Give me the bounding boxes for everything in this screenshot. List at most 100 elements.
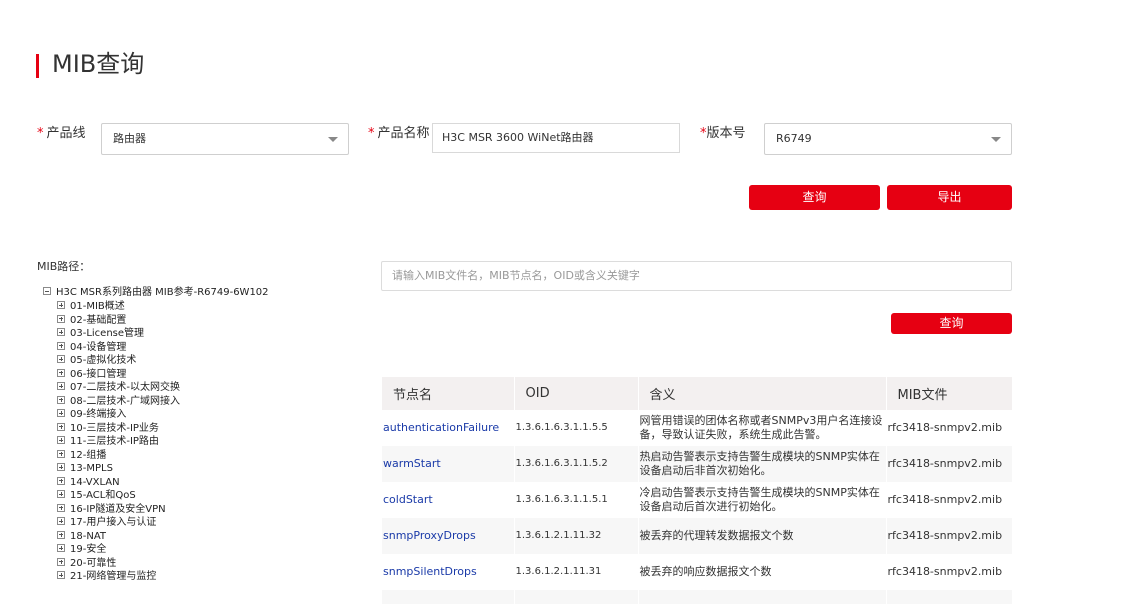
tree-item[interactable]: 12-组播 [43,449,269,463]
tree-item-label[interactable]: 18-NAT [70,531,106,542]
expand-icon[interactable] [57,517,65,525]
tree-item-label[interactable]: 06-接口管理 [70,369,126,380]
expand-icon[interactable] [57,530,65,539]
expand-icon[interactable] [57,557,65,566]
query-button[interactable]: 查询 [749,185,880,210]
tree-item[interactable]: 01-MIB概述 [43,300,269,314]
tree-item[interactable]: 02-基础配置 [43,314,269,328]
meaning-cell: 网管用错误的团体名称或者SNMPv3用户名连接设备，导致认证失败，系统生成此告警… [638,410,887,446]
expand-icon[interactable] [57,409,65,417]
expand-icon[interactable] [57,368,65,377]
table-cell [638,590,887,604]
tree-item-label[interactable]: 02-基础配置 [70,315,126,326]
expand-icon[interactable] [57,301,65,309]
table-row: coldStart 1.3.6.1.6.3.1.1.5.1 冷启动告警表示支持告警生… [382,482,1013,518]
tree-item[interactable]: 04-设备管理 [43,341,269,355]
search-input[interactable]: 请输入MIB文件名，MIB节点名，OID或含义关键字 [381,261,1012,291]
tree-root-label[interactable]: H3C MSR系列路由器 MIB参考-R6749-6W102 [56,287,269,298]
expand-icon[interactable] [57,476,65,485]
expand-icon[interactable] [57,341,65,350]
tree-item-label[interactable]: 16-IP隧道及安全VPN [70,504,166,515]
col-header-meaning: 含义 [638,377,887,410]
tree-item[interactable]: 13-MPLS [43,462,269,476]
product-name-value: H3C MSR 3600 WiNet路由器 [442,131,594,144]
mib-path-label: MIB路径： [37,260,91,273]
tree-item-label[interactable]: 12-组播 [70,450,106,461]
tree-root[interactable]: H3C MSR系列路由器 MIB参考-R6749-6W102 [43,286,269,300]
tree-item-label[interactable]: 03-License管理 [70,328,144,339]
tree-item[interactable]: 07-二层技术-以太网交换 [43,381,269,395]
expand-icon[interactable] [57,314,65,323]
expand-icon[interactable] [57,355,65,363]
col-header-mib-file: MIB文件 [886,377,1013,410]
product-name-field[interactable]: H3C MSR 3600 WiNet路由器 [432,123,680,153]
chevron-down-icon [328,137,338,142]
tree-item-label[interactable]: 13-MPLS [70,463,113,474]
tree-item-label[interactable]: 19-安全 [70,544,106,555]
mib-tree: H3C MSR系列路由器 MIB参考-R6749-6W102 01-MIB概述 0… [43,286,269,584]
expand-icon[interactable] [57,490,65,498]
expand-icon[interactable] [57,544,65,552]
oid-cell: 1.3.6.1.6.3.1.1.5.1 [514,482,639,518]
table-cell [382,590,515,604]
tree-item[interactable]: 15-ACL和QoS [43,489,269,503]
oid-cell: 1.3.6.1.6.3.1.1.5.5 [514,410,639,446]
expand-icon[interactable] [57,449,65,458]
tree-item-label[interactable]: 08-二层技术-广域网接入 [70,396,180,407]
tree-item[interactable]: 05-虚拟化技术 [43,354,269,368]
tree-item-label[interactable]: 05-虚拟化技术 [70,355,136,366]
product-line-label: * 产品线 [37,126,86,141]
collapse-icon[interactable] [43,287,51,295]
tree-item[interactable]: 21-网络管理与监控 [43,570,269,584]
expand-icon[interactable] [57,463,65,471]
table-row: warmStart 1.3.6.1.6.3.1.1.5.2 热启动告警表示支持告警生… [382,446,1013,482]
meaning-cell: 被丢弃的响应数据报文个数 [638,554,887,590]
node-name-cell[interactable]: snmpProxyDrops [382,518,515,554]
tree-item-label[interactable]: 07-二层技术-以太网交换 [70,382,180,393]
node-name-cell[interactable]: coldStart [382,482,515,518]
expand-icon[interactable] [57,503,65,512]
results-table: 节点名 OID 含义 MIB文件 authenticationFailure 1.… [382,377,1013,604]
tree-item-label[interactable]: 15-ACL和QoS [70,490,136,501]
tree-item-label[interactable]: 01-MIB概述 [70,301,125,312]
node-name-cell[interactable]: snmpSilentDrops [382,554,515,590]
tree-item-label[interactable]: 09-终端接入 [70,409,126,420]
product-line-select[interactable]: 路由器 [101,123,349,155]
tree-item-label[interactable]: 21-网络管理与监控 [70,571,156,582]
tree-item[interactable]: 14-VXLAN [43,476,269,490]
export-button[interactable]: 导出 [887,185,1012,210]
expand-icon[interactable] [57,382,65,390]
col-header-node-name: 节点名 [382,377,515,410]
tree-item[interactable]: 06-接口管理 [43,368,269,382]
version-select[interactable]: R6749 [764,123,1012,155]
expand-icon[interactable] [57,328,65,336]
tree-item-label[interactable]: 14-VXLAN [70,477,120,488]
tree-item-label[interactable]: 11-三层技术-IP路由 [70,436,159,447]
tree-item[interactable]: 20-可靠性 [43,557,269,571]
table-row: snmpProxyDrops 1.3.6.1.2.1.11.32 被丢弃的代理转发数… [382,518,1013,554]
tree-item[interactable]: 17-用户接入与认证 [43,516,269,530]
expand-icon[interactable] [57,571,65,579]
expand-icon[interactable] [57,395,65,404]
version-label: *版本号 [700,126,746,141]
expand-icon[interactable] [57,422,65,431]
tree-item[interactable]: 09-终端接入 [43,408,269,422]
tree-item[interactable]: 03-License管理 [43,327,269,341]
tree-item[interactable]: 10-三层技术-IP业务 [43,422,269,436]
node-name-cell[interactable]: authenticationFailure [382,410,515,446]
tree-item[interactable]: 16-IP隧道及安全VPN [43,503,269,517]
tree-item-label[interactable]: 04-设备管理 [70,342,126,353]
tree-item[interactable]: 08-二层技术-广域网接入 [43,395,269,409]
tree-item[interactable]: 11-三层技术-IP路由 [43,435,269,449]
node-name-cell[interactable]: warmStart [382,446,515,482]
tree-item-label[interactable]: 20-可靠性 [70,558,116,569]
required-mark: * [368,126,375,141]
mib-file-cell: rfc3418-snmpv2.mib [886,446,1013,482]
tree-item[interactable]: 19-安全 [43,543,269,557]
expand-icon[interactable] [57,436,65,444]
tree-item-label[interactable]: 17-用户接入与认证 [70,517,156,528]
tree-item-label[interactable]: 10-三层技术-IP业务 [70,423,159,434]
table-header-row: 节点名 OID 含义 MIB文件 [382,377,1013,410]
tree-item[interactable]: 18-NAT [43,530,269,544]
search-query-button[interactable]: 查询 [891,313,1012,334]
